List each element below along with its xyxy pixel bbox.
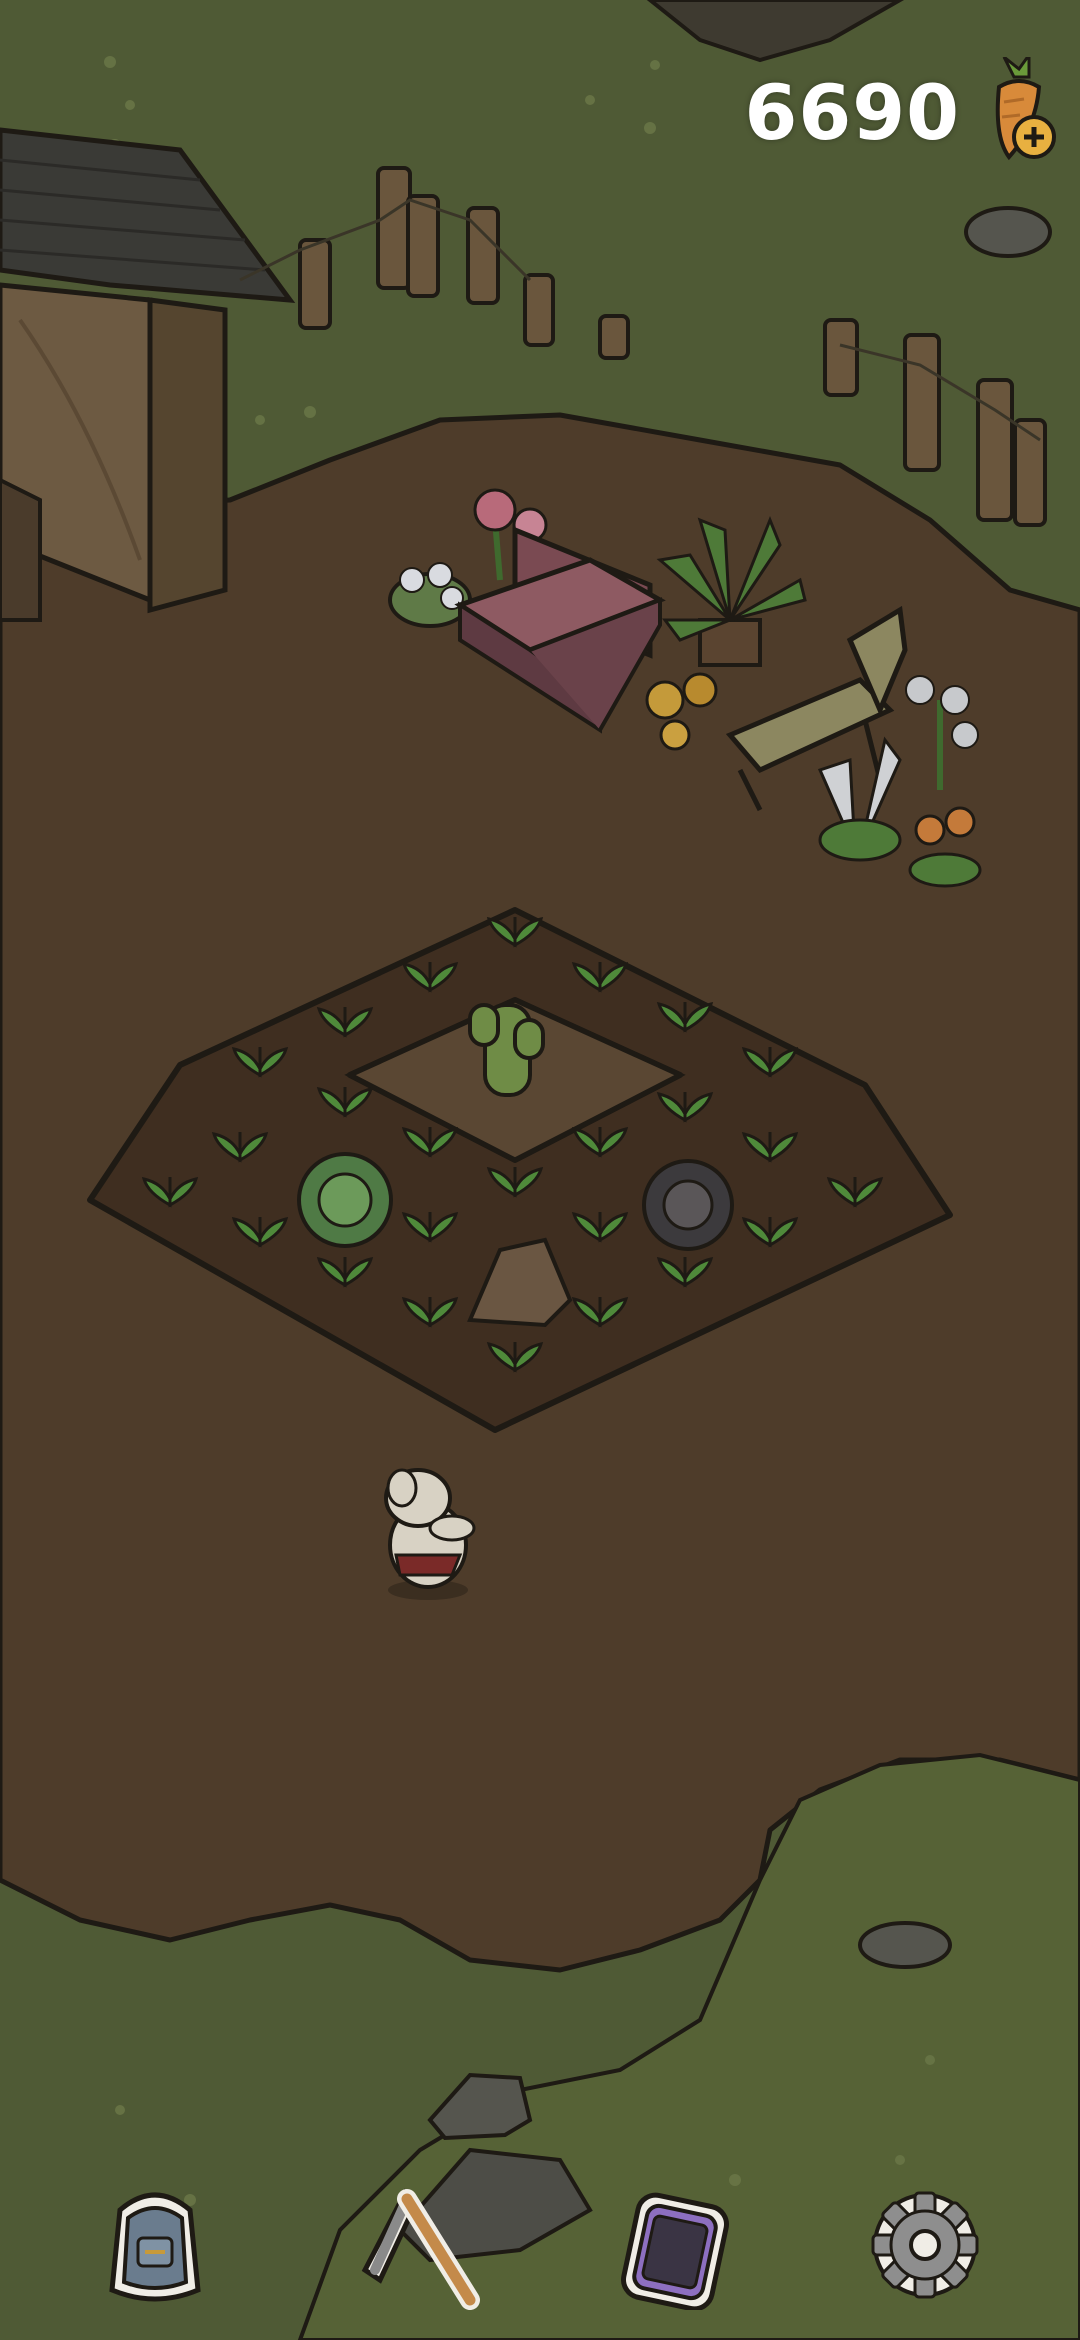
hoe-icon (361, 2188, 480, 2310)
rock[interactable] (858, 1921, 952, 1969)
carrot-currency[interactable]: 6690 (744, 50, 1062, 172)
phone-icon (621, 2192, 729, 2310)
phone-button[interactable] (600, 2170, 750, 2320)
hoe-button[interactable] (340, 2170, 490, 2320)
dark-cabbage[interactable] (642, 1159, 734, 1251)
gear-icon (871, 2191, 979, 2299)
backpack-icon (109, 2192, 201, 2302)
cabbage[interactable] (297, 1152, 393, 1248)
game-scene (0, 0, 1080, 2340)
backpack-button[interactable] (80, 2170, 230, 2320)
bottom-toolbar (0, 2150, 1080, 2340)
rock[interactable] (964, 206, 1052, 258)
carrot-count: 6690 (744, 67, 960, 157)
carrot-plus-icon[interactable] (974, 50, 1062, 167)
settings-button[interactable] (850, 2170, 1000, 2320)
